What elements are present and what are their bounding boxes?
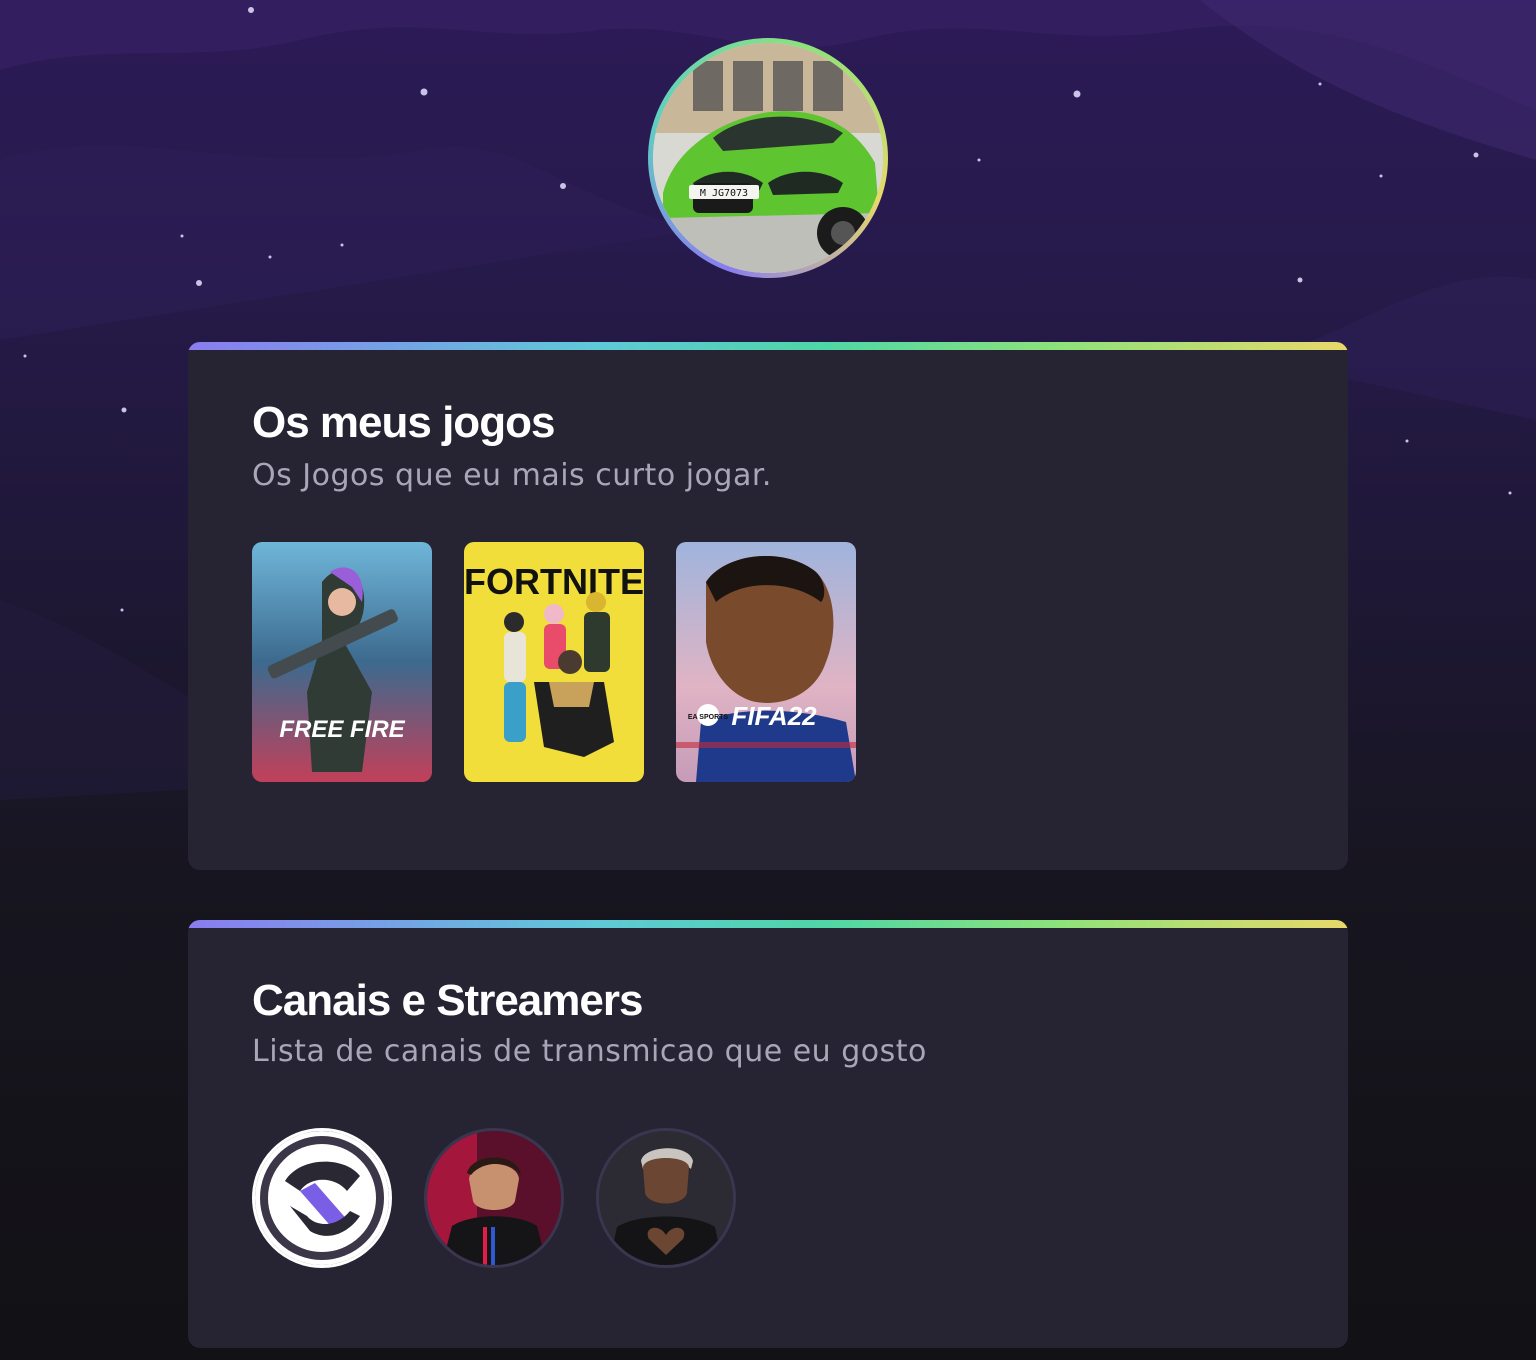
game-label: FREE FIRE [279,716,405,743]
ea-brand: EA SPORTS [688,714,729,721]
streamer-avatar-2[interactable] [424,1128,564,1268]
game-label: FORTNITE [464,561,644,602]
green-car-photo: M JG7073 [653,43,883,273]
game-fortnite[interactable]: FORTNITE [464,542,644,782]
plate-text: M JG7073 [700,188,748,199]
profile-avatar[interactable]: M JG7073 [648,38,888,278]
games-card: Os meus jogos Os Jogos que eu mais curto… [188,342,1348,870]
streamers-card: Canais e Streamers Lista de canais de tr… [188,920,1348,1348]
streamers-subtitle: Lista de canais de transmicao que eu gos… [252,1034,927,1069]
game-free-fire[interactable]: FREE FIRE [252,542,432,782]
streamer-avatar-1[interactable] [252,1128,392,1268]
streamer-heart-photo-avatar [599,1131,733,1265]
games-subtitle: Os Jogos que eu mais curto jogar. [252,458,772,493]
card-accent-bar [188,920,1348,928]
streamer-logo-avatar [255,1131,389,1265]
free-fire-cover: FREE FIRE [252,542,432,782]
games-title: Os meus jogos [252,398,555,447]
streamer-red-photo-avatar [427,1131,561,1265]
fifa22-cover: EA SPORTS FIFA22 [676,542,856,782]
fortnite-cover: FORTNITE [464,542,644,782]
streamers-title: Canais e Streamers [252,976,643,1025]
streamer-avatar-3[interactable] [596,1128,736,1268]
game-label: FIFA22 [731,701,817,731]
card-accent-bar [188,342,1348,350]
game-fifa22[interactable]: EA SPORTS FIFA22 [676,542,856,782]
